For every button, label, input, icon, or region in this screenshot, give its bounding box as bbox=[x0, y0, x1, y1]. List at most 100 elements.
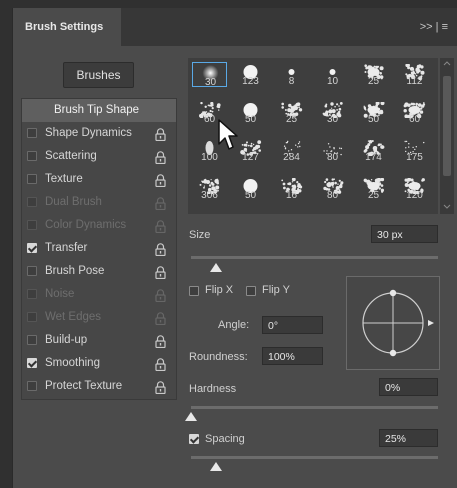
brush-preset[interactable]: 80 bbox=[315, 176, 350, 201]
brush-preset[interactable]: 25 bbox=[356, 176, 391, 201]
sidebar-item-color-dynamics[interactable]: Color Dynamics bbox=[22, 214, 176, 237]
brush-preset[interactable]: 123 bbox=[233, 62, 268, 87]
brush-preset[interactable]: 30 bbox=[192, 62, 227, 88]
size-label: Size bbox=[189, 229, 211, 241]
lock-icon[interactable] bbox=[155, 242, 166, 257]
brush-size-label: 127 bbox=[242, 152, 259, 163]
brush-size-label: 80 bbox=[326, 190, 339, 201]
brush-preset[interactable]: 80 bbox=[315, 138, 350, 163]
angle-roundness-widget[interactable] bbox=[346, 276, 440, 370]
lock-icon[interactable] bbox=[155, 196, 166, 211]
brushes-button[interactable]: Brushes bbox=[63, 62, 134, 88]
scrollbar-thumb[interactable] bbox=[443, 76, 451, 176]
angle-dial[interactable] bbox=[347, 277, 439, 369]
sidebar-item-label: Transfer bbox=[45, 242, 88, 254]
size-slider-track[interactable] bbox=[191, 256, 438, 259]
lock-icon[interactable] bbox=[155, 265, 166, 280]
lock-icon[interactable] bbox=[155, 357, 166, 372]
brush-preset[interactable]: 8 bbox=[274, 62, 309, 87]
brush-preset[interactable]: 112 bbox=[397, 62, 432, 87]
brush-preset[interactable]: 306 bbox=[192, 176, 227, 201]
checkbox[interactable] bbox=[27, 266, 37, 276]
brush-preset[interactable]: 50 bbox=[233, 176, 268, 201]
lock-icon[interactable] bbox=[155, 288, 166, 303]
sidebar-item-texture[interactable]: Texture bbox=[22, 168, 176, 191]
lock-icon[interactable] bbox=[155, 334, 166, 349]
sidebar-item-transfer[interactable]: Transfer bbox=[22, 237, 176, 260]
lock-icon[interactable] bbox=[155, 150, 166, 165]
sidebar-item-shape-dynamics[interactable]: Shape Dynamics bbox=[22, 122, 176, 145]
checkbox[interactable] bbox=[27, 358, 37, 368]
sidebar-item-label: Protect Texture bbox=[45, 380, 123, 392]
brush-size-label: 10 bbox=[326, 76, 339, 87]
lock-icon[interactable] bbox=[155, 127, 166, 142]
brush-preset[interactable]: 25 bbox=[356, 62, 391, 87]
brush-size-label: 16 bbox=[285, 190, 298, 201]
sidebar-item-label: Wet Edges bbox=[45, 311, 102, 323]
brush-preset[interactable]: 16 bbox=[274, 176, 309, 201]
sidebar-item-wet-edges[interactable]: Wet Edges bbox=[22, 306, 176, 329]
preset-scrollbar[interactable] bbox=[440, 58, 454, 214]
lock-icon[interactable] bbox=[155, 311, 166, 326]
brush-preset[interactable]: 10 bbox=[315, 62, 350, 87]
brush-size-label: 100 bbox=[201, 152, 218, 163]
brush-size-label: 25 bbox=[285, 114, 298, 125]
scroll-up-icon[interactable] bbox=[443, 60, 451, 66]
brush-size-label: 60 bbox=[408, 114, 421, 125]
roundness-field[interactable]: 100% bbox=[262, 347, 323, 365]
spacing-label: Spacing bbox=[205, 433, 245, 445]
checkbox[interactable] bbox=[27, 220, 37, 230]
brush-preset[interactable]: 30 bbox=[315, 100, 350, 125]
lock-icon[interactable] bbox=[155, 173, 166, 188]
brush-preset[interactable]: 175 bbox=[397, 138, 432, 163]
sidebar-item-label: Texture bbox=[45, 173, 83, 185]
panel-menu-icon[interactable]: >> | ≡ bbox=[420, 8, 448, 46]
checkbox[interactable] bbox=[27, 151, 37, 161]
brush-preset[interactable]: 174 bbox=[356, 138, 391, 163]
checkbox[interactable] bbox=[27, 312, 37, 322]
flip-y-checkbox[interactable] bbox=[246, 286, 256, 296]
sidebar-item-smoothing[interactable]: Smoothing bbox=[22, 352, 176, 375]
brush-size-label: 25 bbox=[367, 190, 380, 201]
spacing-field[interactable]: 25% bbox=[379, 429, 438, 447]
size-slider-knob[interactable] bbox=[209, 263, 222, 272]
brush-preset[interactable]: 60 bbox=[397, 100, 432, 125]
sidebar-item-dual-brush[interactable]: Dual Brush bbox=[22, 191, 176, 214]
brush-preset[interactable]: 25 bbox=[274, 100, 309, 125]
flip-x-checkbox[interactable] bbox=[189, 286, 199, 296]
checkbox[interactable] bbox=[27, 128, 37, 138]
scroll-down-icon[interactable] bbox=[443, 204, 451, 210]
hardness-field[interactable]: 0% bbox=[379, 378, 438, 396]
checkbox[interactable] bbox=[27, 174, 37, 184]
checkbox[interactable] bbox=[27, 381, 37, 391]
lock-icon[interactable] bbox=[155, 219, 166, 234]
sidebar-item-noise[interactable]: Noise bbox=[22, 283, 176, 306]
sidebar-item-label: Brush Pose bbox=[45, 265, 105, 277]
checkbox[interactable] bbox=[27, 335, 37, 345]
sidebar-item-label: Brush Tip Shape bbox=[54, 104, 140, 116]
sidebar-item-protect-texture[interactable]: Protect Texture bbox=[22, 375, 176, 398]
spacing-slider-track[interactable] bbox=[191, 456, 438, 459]
brush-preset[interactable]: 284 bbox=[274, 138, 309, 163]
sidebar-item-brush-pose[interactable]: Brush Pose bbox=[22, 260, 176, 283]
angle-field[interactable]: 0° bbox=[262, 316, 323, 334]
size-field[interactable]: 30 px bbox=[371, 225, 438, 243]
sidebar-item-scattering[interactable]: Scattering bbox=[22, 145, 176, 168]
checkbox[interactable] bbox=[27, 197, 37, 207]
tab-brush-settings[interactable]: Brush Settings bbox=[13, 8, 121, 46]
brush-preset[interactable]: 50 bbox=[356, 100, 391, 125]
spacing-checkbox[interactable] bbox=[189, 434, 199, 444]
sidebar-item-brush-tip-shape[interactable]: Brush Tip Shape bbox=[22, 99, 176, 122]
spacing-slider-knob[interactable] bbox=[209, 462, 222, 471]
brush-preset[interactable]: 120 bbox=[397, 176, 432, 201]
hardness-slider-track[interactable] bbox=[191, 406, 438, 409]
checkbox[interactable] bbox=[27, 243, 37, 253]
lock-icon[interactable] bbox=[155, 380, 166, 395]
flip-x-label: Flip X bbox=[205, 284, 234, 296]
brush-size-label: 174 bbox=[365, 152, 382, 163]
sidebar-item-build-up[interactable]: Build-up bbox=[22, 329, 176, 352]
hardness-slider-knob[interactable] bbox=[185, 412, 197, 421]
roundness-label: Roundness: bbox=[189, 351, 248, 363]
checkbox[interactable] bbox=[27, 289, 37, 299]
brush-size-label: 50 bbox=[244, 190, 257, 201]
